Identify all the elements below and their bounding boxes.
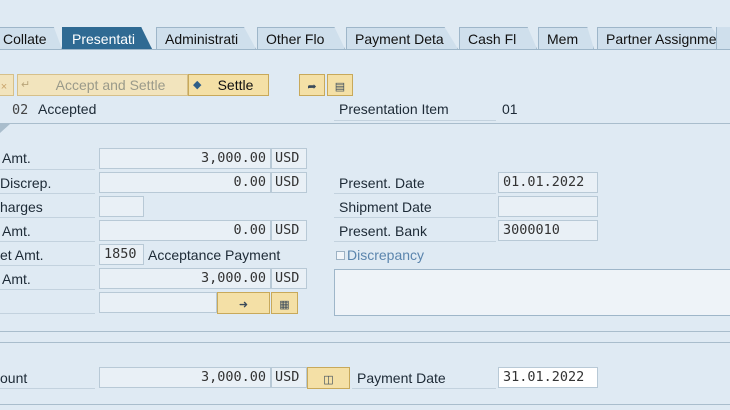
discrepancy-text-area[interactable] <box>334 269 730 316</box>
amt-field[interactable]: 3,000.00 <box>99 148 271 169</box>
discrepancy-label: Discrepancy <box>347 247 425 263</box>
tab-memo[interactable]: Mem <box>538 27 594 49</box>
tab-cash-flow[interactable]: Cash Fl <box>459 27 537 49</box>
amt2-field[interactable]: 0.00 <box>99 220 271 241</box>
amt-currency[interactable]: USD <box>271 148 307 169</box>
section-collapse-icon[interactable] <box>0 124 10 133</box>
section-separator-bottom <box>0 404 730 405</box>
row-underline <box>0 217 95 218</box>
presentation-item-underline <box>334 120 496 121</box>
amt3-label: Amt. <box>2 271 31 287</box>
discrepancy-checkbox[interactable] <box>336 251 345 260</box>
accept-and-settle-button[interactable]: ↵ Accept and Settle <box>17 74 188 96</box>
present-date-field[interactable]: 01.01.2022 <box>498 172 598 193</box>
shipment-date-label: Shipment Date <box>339 199 432 215</box>
discrep-label: Discrep. <box>0 175 52 191</box>
empty-input-field[interactable] <box>99 292 217 313</box>
present-bank-label: Present. Bank <box>339 223 427 239</box>
settle-button[interactable]: ◆ Settle <box>188 74 269 96</box>
accept-settle-icon: ↵ <box>21 79 31 91</box>
row-underline <box>0 241 95 242</box>
forward-icon: ➜ <box>238 299 249 311</box>
section-separator-top <box>0 123 730 124</box>
presentation-item-value: 01 <box>502 101 518 117</box>
et-amt-code-field[interactable]: 1850 <box>99 244 144 265</box>
amt2-currency[interactable]: USD <box>271 220 307 241</box>
row-underline <box>0 388 95 389</box>
amt2-label: Amt. <box>2 223 31 239</box>
row-underline <box>334 241 496 242</box>
payment-date-field[interactable]: 31.01.2022 <box>498 367 598 388</box>
discrep-field[interactable]: 0.00 <box>99 172 271 193</box>
payment-date-label: Payment Date <box>357 370 446 386</box>
forward-button[interactable]: ➜ <box>217 292 270 314</box>
amount-currency[interactable]: USD <box>271 367 307 388</box>
tab-partner-assignment[interactable]: Partner Assignme <box>597 27 727 49</box>
row-underline <box>0 169 95 170</box>
et-amt-label: et Amt. <box>0 247 44 263</box>
table-icon: ◫ <box>323 374 334 386</box>
section-separator-lower <box>0 342 730 343</box>
row-underline <box>0 265 95 266</box>
cancel-icon: × <box>0 81 8 93</box>
section-separator-middle <box>0 331 730 332</box>
row-underline <box>0 313 95 314</box>
discrep-currency[interactable]: USD <box>271 172 307 193</box>
shipment-date-field[interactable] <box>498 196 598 217</box>
settle-icon: ◆ <box>193 79 202 91</box>
presentation-item-label: Presentation Item <box>339 101 449 117</box>
tab-administration[interactable]: Administrati <box>156 27 256 49</box>
tab-strip: Collate Presentati Administrati Other Fl… <box>0 0 730 50</box>
amt3-field[interactable]: 3,000.00 <box>99 268 271 289</box>
amount-label: ount <box>0 370 28 386</box>
present-date-label: Present. Date <box>339 175 425 191</box>
accept-and-settle-label: Accept and Settle <box>55 77 166 93</box>
status-text: Accepted <box>38 101 97 117</box>
present-bank-field[interactable]: 3000010 <box>498 220 598 241</box>
tab-collate[interactable]: Collate <box>0 27 62 49</box>
row-underline <box>334 217 496 218</box>
details-button[interactable]: ▦ <box>271 292 298 314</box>
status-code: 02 <box>12 102 29 118</box>
row-underline <box>0 289 95 290</box>
amount-detail-button[interactable]: ◫ <box>307 367 350 389</box>
redirect-button[interactable]: ➦ <box>299 74 325 96</box>
amount-field[interactable]: 3,000.00 <box>99 367 271 388</box>
charges-label: harges <box>0 199 43 215</box>
amt3-currency[interactable]: USD <box>271 268 307 289</box>
amt-label: Amt. <box>2 150 31 166</box>
tab-other-flows[interactable]: Other Flo <box>257 27 345 49</box>
tab-payment-details[interactable]: Payment Deta <box>346 27 458 49</box>
tab-baseline <box>0 49 730 50</box>
row-underline <box>334 193 496 194</box>
et-amt-text: Acceptance Payment <box>148 247 281 263</box>
cancel-button[interactable]: × <box>0 74 14 96</box>
redirect-icon: ➦ <box>307 81 317 93</box>
document-button[interactable]: ▤ <box>327 74 353 96</box>
details-icon: ▦ <box>279 299 290 311</box>
row-underline <box>0 193 95 194</box>
charges-field[interactable] <box>99 196 144 217</box>
tab-overflow[interactable] <box>716 27 730 49</box>
row-underline <box>352 388 496 389</box>
document-icon: ▤ <box>334 81 346 93</box>
tab-presentation[interactable]: Presentati <box>62 27 152 49</box>
settle-label: Settle <box>217 77 254 93</box>
